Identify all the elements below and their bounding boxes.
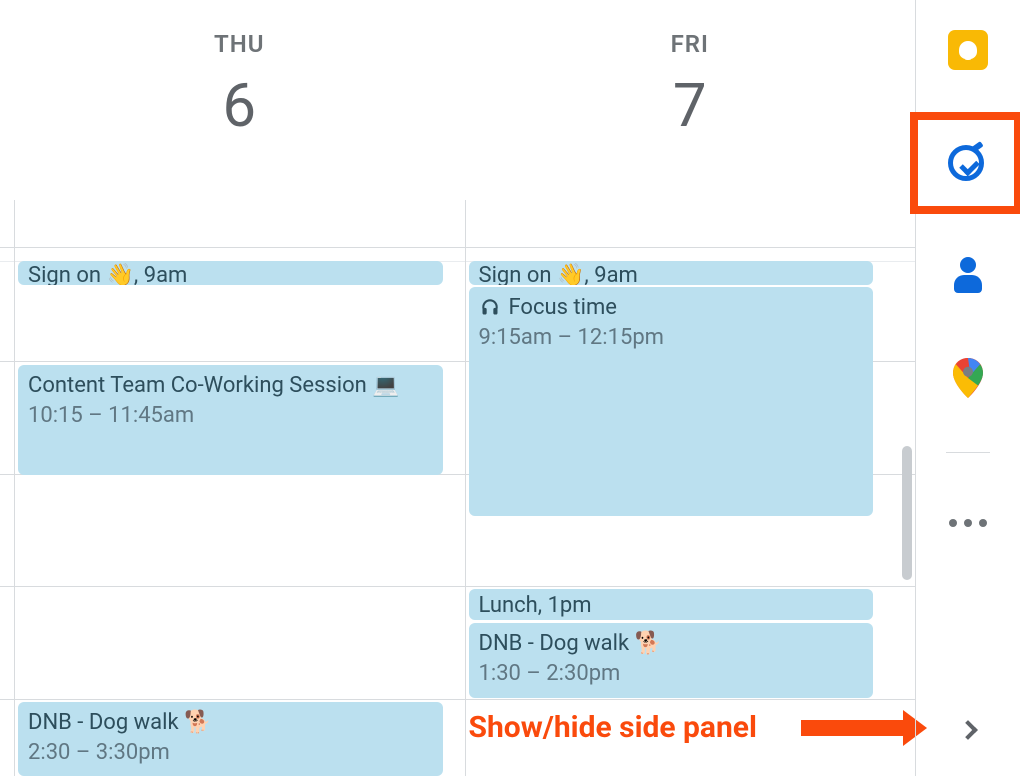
event-title: DNB - Dog walk 🐕 (479, 629, 864, 659)
event-time: 1:30 – 2:30pm (479, 659, 864, 689)
event-fri-dogwalk[interactable]: DNB - Dog walk 🐕 1:30 – 2:30pm (469, 623, 874, 698)
side-panel-keep[interactable] (936, 18, 1000, 82)
event-fri-focus[interactable]: Focus time 9:15am – 12:15pm (469, 287, 874, 516)
day-number: 7 (465, 70, 916, 141)
event-title: DNB - Dog walk 🐕 (28, 708, 433, 738)
day-column-thu[interactable]: THU 6 Sign on 👋, 9am Content Team Co-Wor… (14, 0, 465, 776)
side-panel-maps[interactable] (936, 346, 1000, 410)
chevron-right-icon (958, 720, 978, 740)
more-dots-icon (949, 519, 987, 527)
contacts-icon (953, 257, 983, 295)
side-panel-toggle[interactable] (936, 698, 1000, 762)
side-panel-addons[interactable] (936, 491, 1000, 555)
event-time: 10:15 – 11:45am (28, 401, 433, 431)
event-title: Sign on 👋, 9am (479, 263, 638, 285)
annotation-highlight-box (910, 112, 1020, 214)
event-title: Sign on 👋, 9am (28, 263, 187, 285)
annotation-arrow (801, 720, 907, 736)
calendar-grid[interactable]: THU 6 Sign on 👋, 9am Content Team Co-Wor… (0, 0, 915, 776)
app-root: THU 6 Sign on 👋, 9am Content Team Co-Wor… (0, 0, 1020, 776)
event-time: 9:15am – 12:15pm (479, 323, 864, 353)
headphones-icon (479, 296, 501, 316)
keep-icon (948, 30, 988, 70)
event-time: 2:30 – 3:30pm (28, 738, 433, 768)
side-panel (915, 0, 1020, 776)
weekday-label: FRI (465, 30, 916, 58)
weekday-label: THU (14, 30, 465, 58)
column-divider (465, 200, 466, 776)
day-column-fri[interactable]: FRI 7 Sign on 👋, 9am Focus time 9:15am –… (465, 0, 916, 776)
side-panel-divider (946, 452, 990, 453)
day-number: 6 (14, 70, 465, 141)
event-thu-signon[interactable]: Sign on 👋, 9am (18, 261, 443, 285)
event-title: Focus time (479, 293, 864, 323)
event-fri-signon[interactable]: Sign on 👋, 9am (469, 261, 874, 285)
event-fri-lunch[interactable]: Lunch, 1pm (469, 589, 874, 620)
event-title: Content Team Co-Working Session 💻 (28, 371, 433, 401)
event-thu-dogwalk[interactable]: DNB - Dog walk 🐕 2:30 – 3:30pm (18, 702, 443, 776)
tasks-icon (948, 145, 984, 181)
maps-icon (953, 358, 983, 398)
day-header[interactable]: FRI 7 (465, 0, 916, 141)
annotation-text: Show/hide side panel (469, 710, 757, 745)
event-thu-cowork[interactable]: Content Team Co-Working Session 💻 10:15 … (18, 365, 443, 475)
side-panel-contacts[interactable] (936, 244, 1000, 308)
scrollbar-thumb[interactable] (902, 446, 912, 580)
side-panel-tasks[interactable] (934, 131, 998, 195)
column-divider (14, 200, 15, 776)
day-header[interactable]: THU 6 (14, 0, 465, 141)
event-title: Lunch, 1pm (479, 593, 592, 618)
